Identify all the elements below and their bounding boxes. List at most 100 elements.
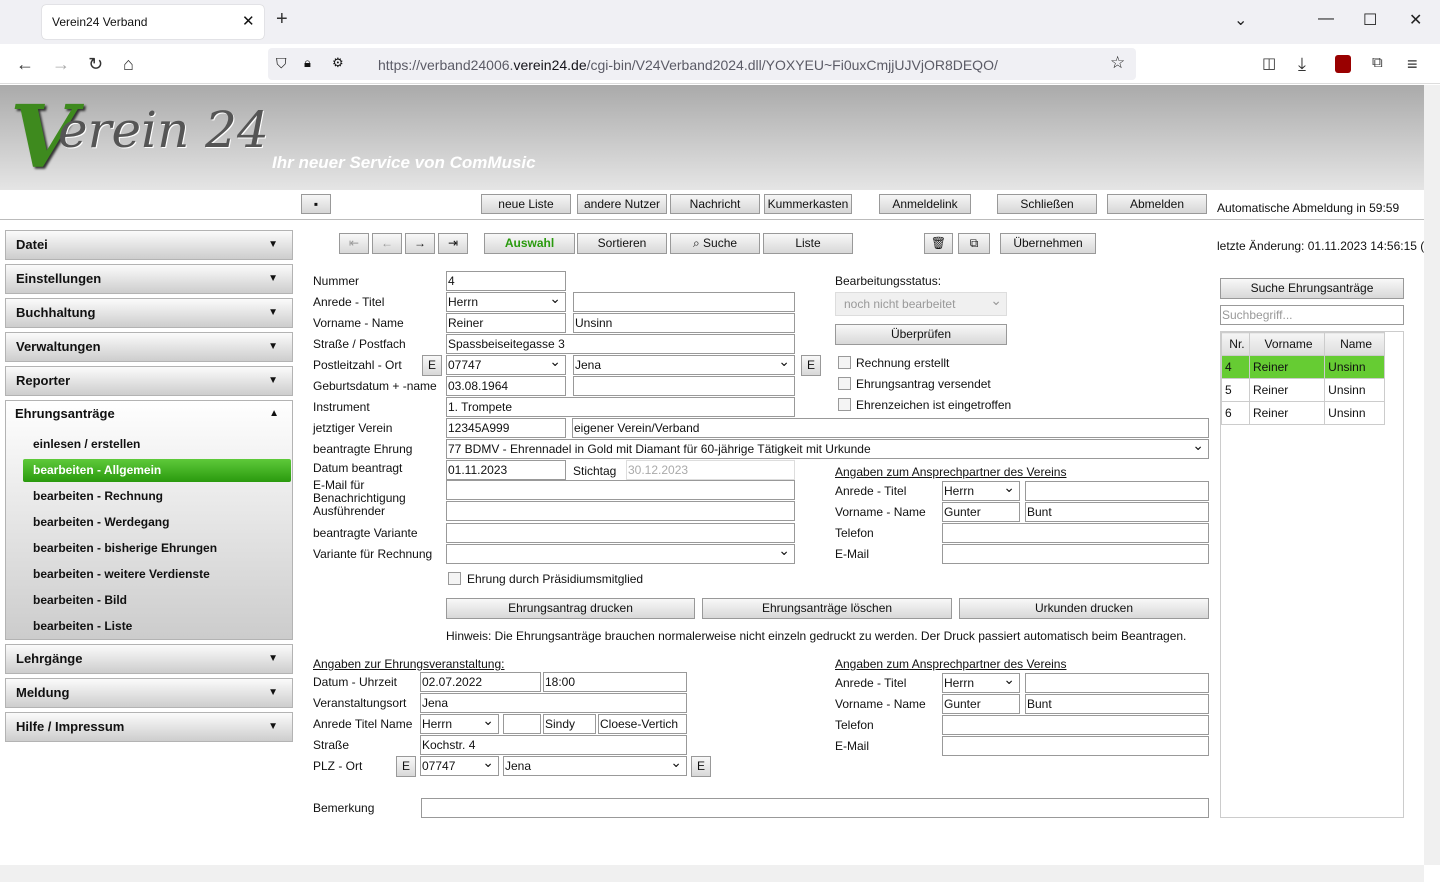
sidebar-item-einstellungen[interactable]: Einstellungen ▼ [5, 264, 293, 294]
new-tab-icon[interactable]: + [276, 8, 288, 31]
forward-icon[interactable]: → [52, 54, 70, 75]
apply-button[interactable]: Übernehmen [1000, 233, 1096, 254]
close-button[interactable]: Schließen [997, 194, 1097, 214]
city-select[interactable]: Jena [573, 355, 795, 375]
event-street-input[interactable]: Kochstr. 4 [420, 735, 687, 755]
sidebar-item-reporter[interactable]: Reporter ▼ [5, 366, 293, 396]
event-contact-first-input[interactable]: Gunter [942, 694, 1020, 714]
sidebar-sub-rechnung[interactable]: bearbeiten - Rechnung [33, 489, 163, 503]
first-name-input[interactable]: Reiner [446, 313, 566, 333]
salutation-select[interactable]: Herrn [446, 292, 566, 312]
remark-input[interactable] [421, 798, 1209, 818]
email-input[interactable] [446, 480, 795, 500]
address-bar[interactable]: ⛉ 🔒︎ ⚙ https://verband24006.verein24.de/… [268, 48, 1136, 80]
event-zip-select[interactable]: 07747 [420, 756, 499, 776]
first-record-icon[interactable]: ⇤ [339, 233, 369, 254]
contact-phone-input[interactable] [942, 523, 1209, 543]
contact-salutation-select[interactable]: Herrn [942, 481, 1020, 501]
event-contact-last-input[interactable]: Bunt [1025, 694, 1209, 714]
reload-icon[interactable]: ↻ [88, 54, 103, 75]
event-city-e-button[interactable]: E [691, 756, 711, 777]
zip-select[interactable]: 07747 [446, 355, 566, 375]
delete-icon[interactable]: 🗑︎ [924, 233, 953, 254]
ublock-icon[interactable] [1335, 55, 1351, 73]
event-contact-email-input[interactable] [942, 736, 1209, 756]
window-close-icon[interactable]: ✕ [1409, 10, 1422, 30]
prev-record-icon[interactable]: ← [372, 233, 402, 254]
pocket-icon[interactable]: ◫ [1262, 54, 1276, 72]
contact-last-input[interactable]: Bunt [1025, 502, 1209, 522]
event-time-input[interactable]: 18:00 [543, 672, 687, 692]
maximize-icon[interactable]: ☐ [1363, 10, 1377, 30]
delete-requests-button[interactable]: Ehrungsanträge löschen [702, 598, 952, 619]
street-input[interactable]: Spassbeiseitegasse 3 [446, 334, 795, 354]
sidebar-item-ehrungsantraege[interactable]: Ehrungsanträge ▲ [5, 400, 293, 430]
check-button[interactable]: Überprüfen [835, 324, 1007, 345]
sidebar-item-buchhaltung[interactable]: Buchhaltung ▼ [5, 298, 293, 328]
invoice-variant-select[interactable] [446, 544, 795, 564]
toggle-icon[interactable]: ▪ [301, 194, 331, 214]
complaints-button[interactable]: Kummerkasten [764, 194, 852, 214]
sidebar-sub-bild[interactable]: bearbeiten - Bild [33, 593, 127, 607]
vertical-scrollbar[interactable] [1424, 85, 1440, 865]
search-term-input[interactable]: Suchbegriff... [1220, 305, 1404, 325]
sidebar-item-hilfe[interactable]: Hilfe / Impressum ▼ [5, 712, 293, 742]
birth-name-input[interactable] [573, 376, 795, 396]
event-contact-phone-input[interactable] [942, 715, 1209, 735]
lock-icon[interactable]: 🔒︎ [304, 55, 311, 71]
event-date-input[interactable]: 02.07.2022 [420, 672, 541, 692]
tab-list-icon[interactable]: ⌄ [1234, 10, 1247, 30]
back-icon[interactable]: ← [16, 54, 34, 75]
event-contact-salutation-select[interactable]: Herrn [942, 673, 1020, 693]
sidebar-item-datei[interactable]: Datei ▼ [5, 230, 293, 260]
event-place-input[interactable]: Jena [420, 693, 687, 713]
city-e-button[interactable]: E [801, 355, 821, 376]
presidium-checkbox[interactable] [448, 572, 461, 585]
number-input[interactable]: 4 [446, 271, 566, 291]
honor-select[interactable]: 77 BDMV - Ehrennadel in Gold mit Diamant… [446, 439, 1209, 459]
contact-title-input[interactable] [1025, 481, 1209, 501]
event-contact-title-input[interactable] [1025, 673, 1209, 693]
download-icon[interactable]: ⤓ [1298, 54, 1306, 75]
table-row[interactable]: 6 Reiner Unsinn [1221, 401, 1385, 425]
invoice-checkbox[interactable] [838, 356, 851, 369]
last-name-input[interactable]: Unsinn [573, 313, 795, 333]
sort-button[interactable]: Sortieren [577, 233, 667, 254]
email-executor-input[interactable] [446, 501, 795, 521]
search-button[interactable]: ⌕ Suche [670, 233, 760, 254]
sidebar-item-meldung[interactable]: Meldung ▼ [5, 678, 293, 708]
permissions-icon[interactable]: ⚙ [332, 55, 344, 71]
message-button[interactable]: Nachricht [670, 194, 760, 214]
birth-input[interactable]: 03.08.1964 [446, 376, 566, 396]
table-row[interactable]: 5 Reiner Unsinn [1221, 378, 1385, 402]
contact-email-input[interactable] [942, 544, 1209, 564]
search-requests-button[interactable]: Suche Ehrungsanträge [1220, 278, 1404, 299]
sent-checkbox[interactable] [838, 377, 851, 390]
deadline-input[interactable]: 30.12.2023 [626, 460, 795, 480]
shield-icon[interactable]: ⛉ [276, 55, 287, 72]
variant-input[interactable] [446, 523, 795, 543]
title-input[interactable] [573, 292, 795, 312]
sidebar-sub-liste[interactable]: bearbeiten - Liste [33, 619, 132, 633]
login-link-button[interactable]: Anmeldelink [879, 194, 971, 214]
event-title-input[interactable] [503, 714, 541, 734]
sidebar-sub-werdegang[interactable]: bearbeiten - Werdegang [33, 515, 169, 529]
date-input[interactable]: 01.11.2023 [446, 460, 566, 480]
sidebar-sub-verdienste[interactable]: bearbeiten - weitere Verdienste [33, 567, 210, 581]
horizontal-scrollbar[interactable] [0, 865, 1424, 882]
copy-icon[interactable]: ⧉ [958, 233, 990, 254]
home-icon[interactable]: ⌂ [123, 54, 134, 75]
club-id-input[interactable]: 12345A999 [446, 418, 566, 438]
club-name-input[interactable]: eigener Verein/Verband [572, 418, 1209, 438]
sidebar-sub-bisherige[interactable]: bearbeiten - bisherige Ehrungen [33, 541, 217, 555]
close-icon[interactable]: ✕ [242, 12, 255, 30]
minimize-icon[interactable]: — [1318, 10, 1334, 28]
event-city-select[interactable]: Jena [503, 756, 687, 776]
status-select[interactable]: noch nicht bearbeitet [835, 292, 1007, 316]
next-record-icon[interactable]: → [405, 233, 435, 254]
table-row[interactable]: 4 Reiner Unsinn [1221, 355, 1385, 379]
other-users-button[interactable]: andere Nutzer [577, 194, 667, 214]
sidebar-sub-allgemein[interactable]: bearbeiten - Allgemein [33, 463, 161, 477]
sidebar-item-verwaltungen[interactable]: Verwaltungen ▼ [5, 332, 293, 362]
instrument-input[interactable]: 1. Trompete [446, 397, 795, 417]
